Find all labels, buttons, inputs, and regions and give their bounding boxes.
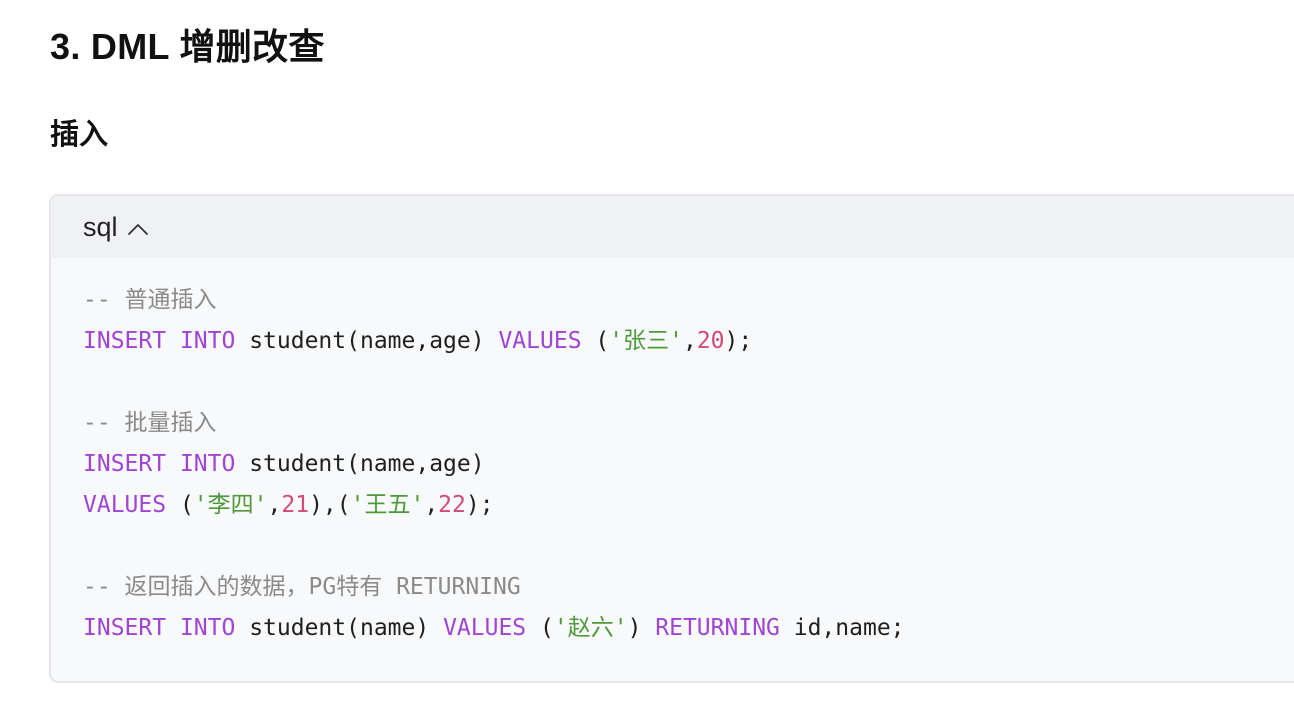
code-line: INSERT INTO student(name,age) VALUES ('张…	[83, 321, 1294, 362]
code-text: student(name,age)	[235, 328, 499, 354]
code-text: id,name;	[779, 615, 905, 641]
code-collapse-toggle[interactable]: sql	[83, 207, 149, 247]
code-comment: -- 返回插入的数据，PG特有 RETURNING	[83, 574, 521, 600]
code-text: );	[465, 492, 494, 518]
code-string: '赵六'	[553, 615, 628, 641]
code-text: ,	[424, 492, 439, 518]
code-text: ,	[682, 328, 697, 354]
subsection-heading: 插入	[50, 119, 109, 151]
code-block-header: sql	[51, 196, 1294, 258]
section-heading: 3. DML 增删改查	[50, 26, 325, 67]
code-keyword: VALUES	[83, 492, 167, 518]
code-text: student(name,age)	[235, 451, 485, 477]
code-text: ,	[267, 492, 282, 518]
code-line: -- 批量插入	[83, 403, 1294, 444]
code-text: )	[627, 615, 656, 641]
code-comment: -- 普通插入	[83, 287, 217, 313]
code-line: -- 返回插入的数据，PG特有 RETURNING	[83, 567, 1294, 608]
page: 3. DML 增删改查 插入 sql -- 普通插入 INSERT INTO st…	[0, 0, 1294, 704]
code-keyword: INSERT	[83, 451, 167, 477]
code-keyword: RETURNING	[655, 615, 780, 641]
code-content: -- 普通插入 INSERT INTO student(name,age) VAL…	[51, 258, 1294, 649]
code-text: (	[581, 328, 610, 354]
code-block: sql -- 普通插入 INSERT INTO student(name,age)…	[49, 194, 1294, 683]
code-keyword: VALUES	[498, 328, 582, 354]
code-line: VALUES ('李四',21),('王五',22);	[83, 485, 1294, 526]
code-string: '张三'	[609, 328, 683, 354]
code-comment: -- 批量插入	[83, 410, 217, 436]
code-keyword: INSERT	[83, 328, 167, 354]
code-line: -- 普通插入	[83, 280, 1294, 321]
chevron-up-icon	[127, 222, 149, 236]
code-language-label: sql	[83, 212, 118, 242]
code-number: 20	[696, 328, 725, 354]
code-line: INSERT INTO student(name,age)	[83, 444, 1294, 485]
code-text: student(name)	[235, 615, 444, 641]
code-string: '李四'	[193, 492, 268, 518]
code-text: (	[166, 492, 194, 518]
code-keyword: VALUES	[443, 615, 527, 641]
code-text: );	[724, 328, 753, 354]
code-keyword: INTO	[179, 451, 236, 477]
code-number: 21	[281, 492, 310, 518]
code-keyword: INTO	[179, 615, 236, 641]
code-string: '王五'	[350, 492, 425, 518]
code-number: 22	[438, 492, 466, 518]
code-text: ),(	[309, 492, 351, 518]
code-keyword: INTO	[179, 328, 236, 354]
code-text: (	[526, 615, 554, 641]
code-line: INSERT INTO student(name) VALUES ('赵六') …	[83, 608, 1294, 649]
code-keyword: INSERT	[83, 615, 167, 641]
